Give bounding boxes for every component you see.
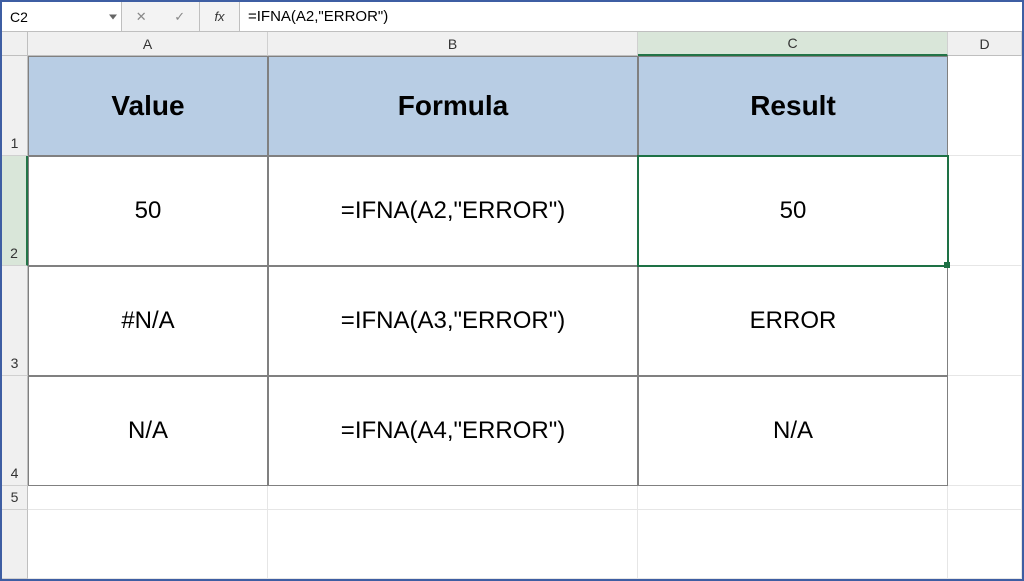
- fx-button[interactable]: fx: [200, 2, 240, 31]
- cancel-icon[interactable]: ✕: [136, 9, 147, 25]
- cell-c4[interactable]: N/A: [638, 376, 948, 486]
- formula-bar: C2 ✕ ✓ fx =IFNA(A2,"ERROR"): [2, 2, 1022, 32]
- accept-icon[interactable]: ✓: [174, 9, 185, 25]
- cell-b5[interactable]: [268, 486, 638, 510]
- col-head-c[interactable]: C: [638, 32, 948, 56]
- cell-a3[interactable]: #N/A: [28, 266, 268, 376]
- cell-a2[interactable]: 50: [28, 156, 268, 266]
- cell-blank-b[interactable]: [268, 510, 638, 579]
- chevron-down-icon[interactable]: [109, 14, 117, 19]
- cell-blank-d[interactable]: [948, 510, 1022, 579]
- row-head-5[interactable]: 5: [2, 486, 28, 510]
- row-head-3[interactable]: 3: [2, 266, 28, 376]
- cell-a5[interactable]: [28, 486, 268, 510]
- cell-c5[interactable]: [638, 486, 948, 510]
- formula-text: =IFNA(A2,"ERROR"): [248, 8, 388, 25]
- cell-d2[interactable]: [948, 156, 1022, 266]
- cell-blank-a[interactable]: [28, 510, 268, 579]
- cell-d5[interactable]: [948, 486, 1022, 510]
- cell-d1[interactable]: [948, 56, 1022, 156]
- row-head-2[interactable]: 2: [2, 156, 28, 266]
- formula-input[interactable]: =IFNA(A2,"ERROR"): [240, 2, 1022, 31]
- col-head-a[interactable]: A: [28, 32, 268, 56]
- formula-bar-buttons: ✕ ✓: [122, 2, 200, 31]
- cell-blank-c[interactable]: [638, 510, 948, 579]
- row-head-1[interactable]: 1: [2, 56, 28, 156]
- col-head-b[interactable]: B: [268, 32, 638, 56]
- cell-c1[interactable]: Result: [638, 56, 948, 156]
- cell-a4[interactable]: N/A: [28, 376, 268, 486]
- cell-b1[interactable]: Formula: [268, 56, 638, 156]
- col-head-d[interactable]: D: [948, 32, 1022, 56]
- name-box[interactable]: C2: [2, 2, 122, 31]
- grid: A B C D 1 Value Formula Result 2 50 =IFN…: [2, 32, 1022, 579]
- row-head-blank: [2, 510, 28, 579]
- cell-c3[interactable]: ERROR: [638, 266, 948, 376]
- cell-b2[interactable]: =IFNA(A2,"ERROR"): [268, 156, 638, 266]
- cell-d3[interactable]: [948, 266, 1022, 376]
- spreadsheet-window: C2 ✕ ✓ fx =IFNA(A2,"ERROR") A B C D 1 Va…: [0, 0, 1024, 581]
- cell-b4[interactable]: =IFNA(A4,"ERROR"): [268, 376, 638, 486]
- cell-c2[interactable]: 50: [638, 156, 948, 266]
- row-head-4[interactable]: 4: [2, 376, 28, 486]
- cell-b3[interactable]: =IFNA(A3,"ERROR"): [268, 266, 638, 376]
- cell-d4[interactable]: [948, 376, 1022, 486]
- select-all-corner[interactable]: [2, 32, 28, 56]
- name-box-value: C2: [10, 9, 28, 25]
- fx-label: fx: [214, 9, 224, 24]
- cell-a1[interactable]: Value: [28, 56, 268, 156]
